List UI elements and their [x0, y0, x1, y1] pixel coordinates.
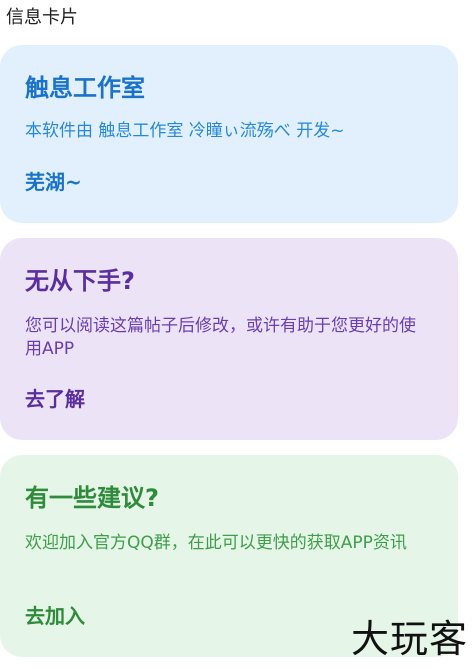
suggestion-card-title: 有一些建议? — [25, 484, 159, 512]
join-group-button[interactable]: 去加入 — [25, 603, 85, 629]
studio-card-body: 本软件由 触息工作室 冷瞳ぃ流殇べ 开发~ — [25, 121, 345, 141]
studio-card-title: 触息工作室 — [25, 74, 145, 102]
help-card-body: 您可以阅读这篇帖子后修改，或许有助于您更好的使用APP — [25, 316, 416, 359]
studio-card-action-button[interactable]: 芜湖~ — [25, 169, 82, 195]
studio-card: 触息工作室 本软件由 触息工作室 冷瞳ぃ流殇べ 开发~ 芜湖~ — [0, 45, 458, 223]
watermark-logo: 大玩客 — [350, 617, 468, 661]
section-header: 信息卡片 — [6, 7, 78, 28]
learn-more-button[interactable]: 去了解 — [25, 386, 85, 412]
info-cards-page: 信息卡片 触息工作室 本软件由 触息工作室 冷瞳ぃ流殇べ 开发~ 芜湖~ 无从下… — [0, 0, 474, 669]
suggestion-card-body: 欢迎加入官方QQ群，在此可以更快的获取APP资讯 — [25, 533, 407, 553]
help-card-title: 无从下手? — [25, 267, 135, 295]
help-card: 无从下手? 您可以阅读这篇帖子后修改，或许有助于您更好的使用APP 去了解 — [0, 238, 458, 440]
